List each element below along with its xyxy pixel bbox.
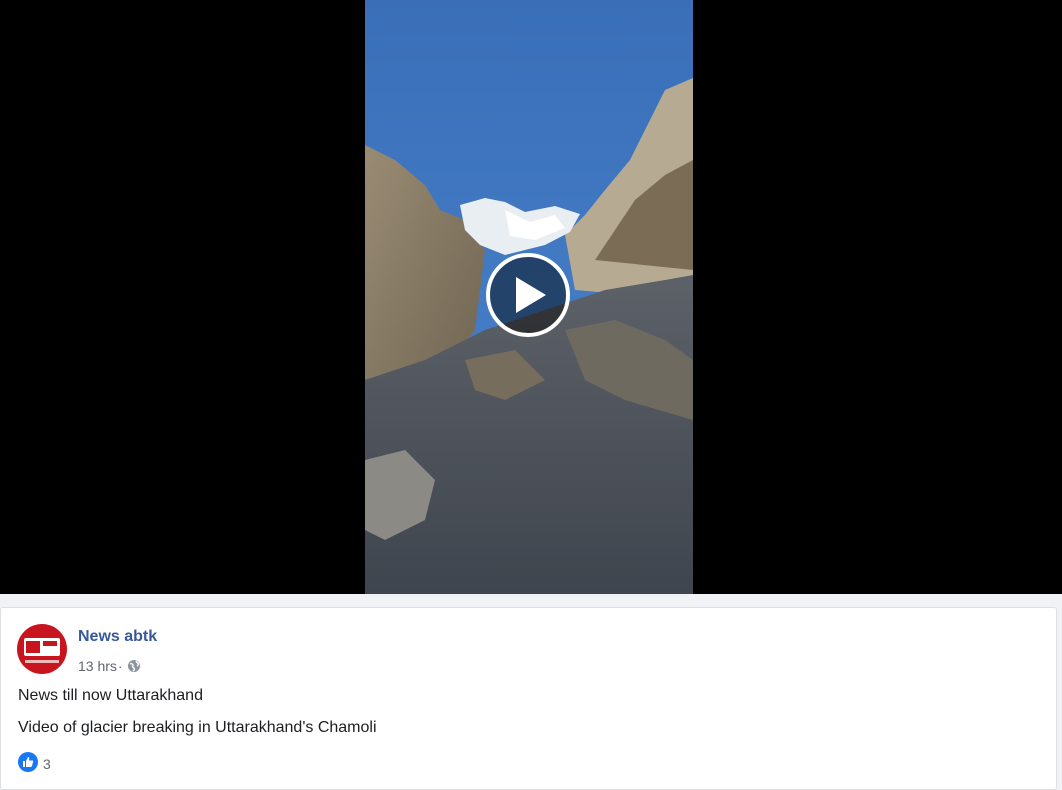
post-meta: 13 hrs· <box>78 658 141 674</box>
post-card: News abtk 13 hrs· News till now Uttarakh… <box>0 607 1057 790</box>
meta-separator: · <box>117 658 123 674</box>
post-timestamp[interactable]: 13 hrs <box>78 658 117 674</box>
play-button[interactable] <box>486 253 570 337</box>
post-text-line: News till now Uttarakhand <box>18 687 203 704</box>
play-icon <box>516 277 546 313</box>
like-icon <box>18 752 38 772</box>
avatar[interactable] <box>17 624 67 674</box>
post-text-line: Video of glacier breaking in Uttarakhand… <box>18 719 377 736</box>
video-player[interactable] <box>0 0 1062 594</box>
globe-icon <box>127 660 140 672</box>
page-name-link[interactable]: News abtk <box>78 628 157 646</box>
reaction-count: 3 <box>43 756 51 772</box>
